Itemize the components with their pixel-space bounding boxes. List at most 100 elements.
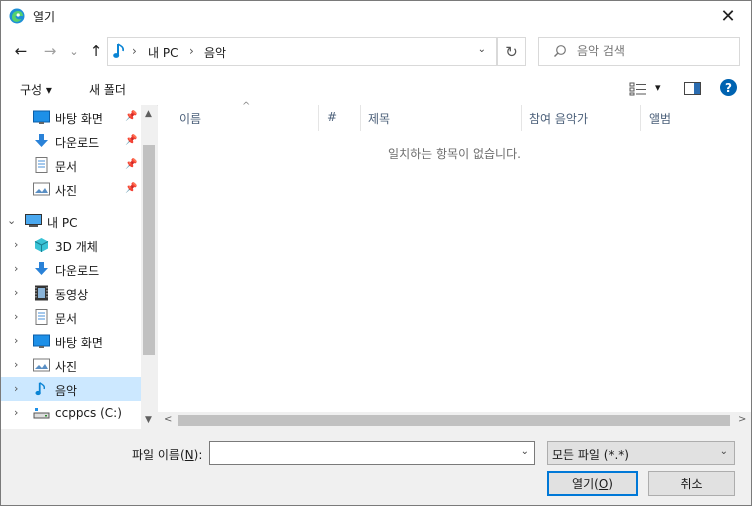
search-box[interactable] bbox=[538, 37, 740, 66]
organize-button[interactable]: 구성 ▾ bbox=[20, 81, 52, 98]
preview-pane-icon[interactable] bbox=[684, 82, 701, 95]
expand-chevron-icon[interactable]: › bbox=[14, 358, 18, 371]
sidebar-item-drive-c[interactable]: › ccppcs (C:) bbox=[1, 401, 141, 425]
file-type-dropdown-icon[interactable]: ⌄ bbox=[720, 446, 728, 457]
view-dropdown-icon[interactable]: ▾ bbox=[655, 81, 661, 94]
sidebar-item-label: ccppcs (C:) bbox=[55, 406, 122, 420]
download-icon bbox=[35, 262, 48, 275]
expand-chevron-icon[interactable]: › bbox=[14, 334, 18, 347]
search-input[interactable] bbox=[575, 43, 729, 59]
breadcrumb-separator: › bbox=[132, 44, 137, 58]
breadcrumb-this-pc[interactable]: 내 PC bbox=[148, 44, 178, 61]
scroll-down-arrow[interactable]: ▼ bbox=[145, 415, 152, 425]
sidebar-item-music[interactable]: › 음악 bbox=[1, 377, 141, 401]
sidebar-item-documents[interactable]: › 문서 bbox=[1, 305, 141, 329]
window-title: 열기 bbox=[33, 10, 56, 24]
desktop-icon bbox=[33, 334, 50, 348]
sidebar-item-label: 3D 개체 bbox=[55, 240, 98, 254]
sidebar-item-label: 동영상 bbox=[55, 288, 89, 302]
column-header-title[interactable]: 제목 bbox=[368, 110, 390, 127]
sidebar-item-pictures-pinned[interactable]: 사진 📌 bbox=[1, 177, 141, 201]
column-divider[interactable] bbox=[521, 105, 522, 131]
breadcrumb-music[interactable]: 음악 bbox=[204, 44, 226, 61]
filename-label: 파일 이름(N): bbox=[132, 446, 202, 463]
column-divider[interactable] bbox=[360, 105, 361, 131]
address-dropdown-icon[interactable]: ⌄ bbox=[478, 44, 486, 55]
filename-label-accesskey: N bbox=[184, 448, 194, 462]
document-icon bbox=[35, 157, 48, 173]
open-button[interactable]: 열기(O) bbox=[547, 471, 638, 496]
column-header-album[interactable]: 앨범 bbox=[649, 110, 671, 127]
help-icon[interactable]: ? bbox=[720, 79, 737, 96]
expand-chevron-icon[interactable]: › bbox=[14, 238, 18, 251]
refresh-button[interactable]: ↻ bbox=[497, 37, 526, 66]
navigation-scrollbar[interactable]: ▲ ▼ bbox=[141, 105, 157, 429]
sidebar-item-videos[interactable]: › 동영상 bbox=[1, 281, 141, 305]
navigation-bar: ← → ⌄ ↑ › 내 PC › 음악 ⌄ ↻ bbox=[1, 31, 751, 71]
open-button-label: 열기( bbox=[572, 477, 599, 491]
breadcrumb-separator: › bbox=[189, 44, 194, 58]
document-icon bbox=[35, 309, 48, 325]
sidebar-item-downloads[interactable]: › 다운로드 bbox=[1, 257, 141, 281]
horizontal-scrollbar[interactable]: < > bbox=[158, 412, 751, 429]
column-divider[interactable] bbox=[640, 105, 641, 131]
pin-icon[interactable]: 📌 bbox=[125, 183, 137, 194]
scroll-left-arrow[interactable]: < bbox=[164, 414, 172, 425]
pin-icon[interactable]: 📌 bbox=[125, 159, 137, 170]
expand-chevron-icon[interactable]: › bbox=[14, 310, 18, 323]
cube-3d-icon bbox=[34, 238, 49, 252]
picture-icon bbox=[33, 182, 50, 196]
sidebar-item-label: 사진 bbox=[55, 184, 78, 198]
expand-chevron-icon[interactable]: › bbox=[14, 382, 18, 395]
sidebar-item-downloads-pinned[interactable]: 다운로드 📌 bbox=[1, 129, 141, 153]
collapse-chevron-icon[interactable]: ⌄ bbox=[7, 214, 16, 227]
column-header-artists[interactable]: 참여 음악가 bbox=[529, 110, 588, 127]
filename-label-text: 파일 이름( bbox=[132, 448, 185, 462]
pin-icon[interactable]: 📌 bbox=[125, 135, 137, 146]
computer-icon bbox=[25, 214, 42, 227]
view-details-icon[interactable] bbox=[629, 82, 647, 96]
filename-dropdown-icon[interactable]: ⌄ bbox=[521, 446, 529, 457]
sidebar-item-desktop[interactable]: › 바탕 화면 bbox=[1, 329, 141, 353]
column-header-number[interactable]: # bbox=[327, 110, 337, 124]
up-button[interactable]: ↑ bbox=[86, 41, 106, 61]
video-icon bbox=[35, 285, 48, 301]
command-bar: 구성 ▾ 새 폴더 ▾ ? bbox=[1, 71, 751, 106]
sidebar-item-label: 다운로드 bbox=[55, 264, 100, 278]
pin-icon[interactable]: 📌 bbox=[125, 111, 137, 122]
scroll-up-arrow[interactable]: ▲ bbox=[145, 109, 152, 119]
sidebar-item-label: 음악 bbox=[55, 384, 78, 398]
expand-chevron-icon[interactable]: › bbox=[14, 262, 18, 275]
cancel-button[interactable]: 취소 bbox=[648, 471, 735, 496]
dialog-footer: 파일 이름(N): ⌄ 모든 파일 (*.*) ⌄ 열기(O) 취소 bbox=[1, 429, 751, 505]
recent-locations-button[interactable]: ⌄ bbox=[64, 41, 84, 61]
column-divider[interactable] bbox=[318, 105, 319, 131]
expand-chevron-icon[interactable]: › bbox=[14, 286, 18, 299]
download-icon bbox=[35, 134, 48, 147]
scrollbar-thumb[interactable] bbox=[143, 145, 155, 355]
sidebar-item-label: 사진 bbox=[55, 360, 78, 374]
sidebar-item-this-pc[interactable]: ⌄ 내 PC bbox=[1, 209, 141, 233]
sidebar-item-documents-pinned[interactable]: 문서 📌 bbox=[1, 153, 141, 177]
forward-button[interactable]: → bbox=[40, 41, 60, 61]
sidebar-item-pictures[interactable]: › 사진 bbox=[1, 353, 141, 377]
scroll-right-arrow[interactable]: > bbox=[738, 414, 746, 425]
filename-field[interactable]: ⌄ bbox=[209, 441, 535, 465]
back-button[interactable]: ← bbox=[11, 41, 31, 61]
scrollbar-thumb[interactable] bbox=[178, 415, 730, 426]
address-bar[interactable]: › 내 PC › 음악 ⌄ bbox=[107, 37, 497, 66]
column-header-name[interactable]: 이름 bbox=[179, 110, 201, 127]
open-button-suffix: ) bbox=[608, 476, 613, 491]
sidebar-item-3d-objects[interactable]: › 3D 개체 bbox=[1, 233, 141, 257]
music-icon bbox=[113, 43, 124, 58]
close-button[interactable]: ✕ bbox=[705, 1, 751, 31]
edge-browser-icon bbox=[9, 8, 25, 24]
new-folder-button[interactable]: 새 폴더 bbox=[89, 81, 126, 98]
picture-icon bbox=[33, 358, 50, 372]
expand-chevron-icon[interactable]: › bbox=[14, 406, 18, 419]
file-type-select[interactable]: 모든 파일 (*.*) ⌄ bbox=[547, 441, 735, 465]
sidebar-item-label: 다운로드 bbox=[55, 136, 100, 150]
desktop-icon bbox=[33, 110, 50, 124]
file-type-value: 모든 파일 (*.*) bbox=[552, 448, 629, 462]
sidebar-item-desktop-pinned[interactable]: 바탕 화면 📌 bbox=[1, 105, 141, 129]
